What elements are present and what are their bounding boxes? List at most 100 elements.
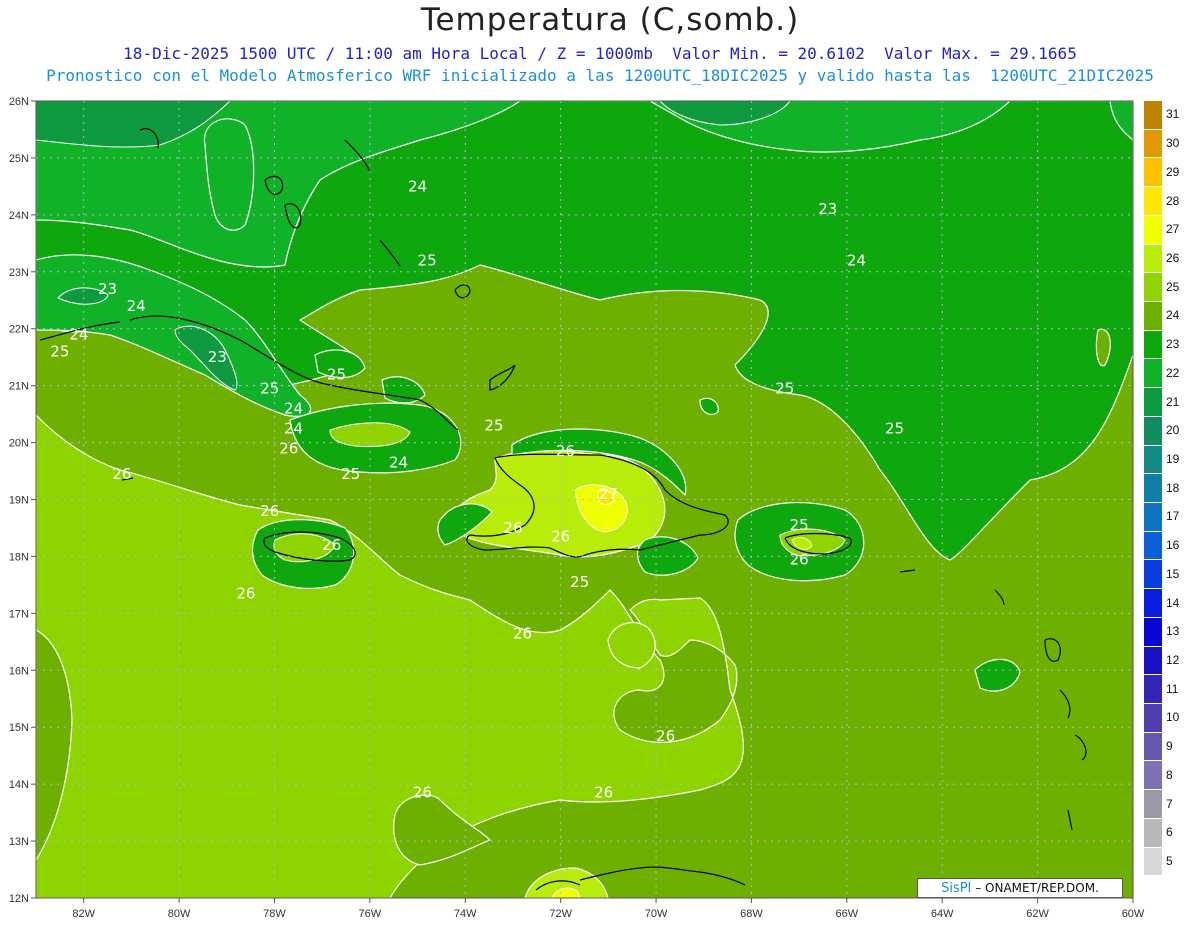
- lon-tick-label: 62W: [1026, 908, 1049, 920]
- contour-label: 23: [818, 200, 837, 218]
- colorbar-label: 28: [1166, 193, 1180, 208]
- colorbar-swatch: [1144, 473, 1162, 502]
- lat-tick-label: 19N: [9, 495, 29, 507]
- colorbar-label: 6: [1166, 825, 1173, 840]
- contour-label: 25: [775, 379, 794, 397]
- contour-label: 27: [599, 485, 618, 503]
- colorbar-label: 12: [1166, 652, 1180, 667]
- contour-label: 25: [260, 379, 279, 397]
- colorbar-label: 17: [1166, 509, 1180, 524]
- colorbar-swatch: [1144, 588, 1162, 617]
- colorbar-swatch: [1144, 559, 1162, 589]
- colorbar-swatch: [1144, 703, 1162, 732]
- colorbar-swatch: [1144, 329, 1162, 359]
- lat-tick-label: 24N: [9, 210, 29, 222]
- lat-tick-label: 21N: [9, 381, 29, 393]
- credit-box: SisPI – ONAMET/REP.DOM.: [917, 878, 1123, 898]
- colorbar-label: 25: [1166, 279, 1180, 294]
- temperature-map: 2423242523242425 232525 252424 25 2526 262425…: [9, 96, 1145, 920]
- lon-tick-label: 74W: [454, 908, 477, 920]
- lat-tick-label: 20N: [9, 438, 29, 450]
- colorbar-label: 29: [1166, 164, 1180, 179]
- contour-label: 26: [413, 784, 432, 802]
- contour-label: 26: [260, 502, 279, 520]
- contour-label: 26: [551, 528, 570, 546]
- colorbar-swatch: [1144, 616, 1162, 646]
- colorbar-swatch: [1144, 186, 1162, 215]
- contour-label: 25: [327, 365, 346, 383]
- lon-tick-label: 70W: [645, 908, 668, 920]
- colorbar-label: 18: [1166, 480, 1180, 495]
- lat-tick-label: 14N: [9, 779, 29, 791]
- lat-tick-label: 16N: [9, 665, 29, 677]
- lat-tick-label: 26N: [9, 96, 29, 108]
- colorbar-swatch: [1144, 444, 1162, 474]
- lon-tick-label: 80W: [168, 908, 191, 920]
- colorbar-label: 27: [1166, 222, 1180, 237]
- contour-label: 24: [389, 453, 408, 471]
- colorbar-label: 30: [1166, 136, 1180, 151]
- colorbar-swatch: [1144, 301, 1162, 330]
- lat-tick-label: 18N: [9, 551, 29, 563]
- contour-label: 26: [513, 624, 532, 642]
- contour-label: 23: [208, 348, 227, 366]
- colorbar-label: 23: [1166, 337, 1180, 352]
- lon-tick-label: 76W: [359, 908, 382, 920]
- lat-tick-label: 23N: [9, 267, 29, 279]
- contour-label: 24: [284, 419, 303, 437]
- colorbar-label: 5: [1166, 853, 1173, 868]
- colorbar-swatch: [1144, 674, 1162, 703]
- contour-label: 24: [284, 399, 303, 417]
- colorbar-swatch: [1144, 214, 1162, 244]
- contour-label: 25: [484, 416, 503, 434]
- lon-tick-label: 60W: [1122, 908, 1145, 920]
- contour-label: 26: [503, 519, 522, 537]
- colorbar-label: 19: [1166, 451, 1180, 466]
- lat-tick-label: 22N: [9, 324, 29, 336]
- lon-tick-label: 82W: [72, 908, 95, 920]
- colorbar-swatch: [1144, 358, 1162, 388]
- colorbar-swatch: [1144, 645, 1162, 675]
- contour-label: 26: [279, 439, 298, 457]
- colorbar-swatch: [1144, 100, 1162, 129]
- credit-brand: SisPI: [941, 881, 972, 896]
- contour-label: 24: [127, 297, 146, 315]
- colorbar-swatch: [1144, 502, 1162, 531]
- contour-label: 24: [847, 251, 866, 269]
- contour-label: 26: [112, 465, 131, 483]
- colorbar-swatch: [1144, 817, 1162, 847]
- lat-tick-label: 17N: [9, 608, 29, 620]
- colorbar-label: 20: [1166, 423, 1180, 438]
- credit-text: – ONAMET/REP.DOM.: [971, 881, 1099, 895]
- contour-label: 24: [408, 177, 427, 195]
- contour-label: 25: [418, 251, 437, 269]
- contour-label: 24: [69, 325, 88, 343]
- colorbar-swatch: [1144, 157, 1162, 187]
- lon-tick-label: 68W: [740, 908, 763, 920]
- colorbar-label: 11: [1166, 681, 1179, 696]
- colorbar-label: 26: [1166, 250, 1180, 265]
- colorbar: [1144, 100, 1162, 904]
- colorbar-swatch: [1144, 789, 1162, 818]
- lon-tick-label: 72W: [549, 908, 572, 920]
- lat-tick-label: 15N: [9, 722, 29, 734]
- contour-label: 25: [341, 465, 360, 483]
- contour-label: 25: [570, 573, 589, 591]
- lon-tick-label: 78W: [263, 908, 286, 920]
- contour-label: 26: [594, 784, 613, 802]
- lat-tick-label: 25N: [9, 153, 29, 165]
- lat-tick-label: 13N: [9, 836, 29, 848]
- colorbar-swatch: [1144, 846, 1162, 876]
- colorbar-swatch: [1144, 243, 1162, 273]
- contour-label: 25: [790, 516, 809, 534]
- contour-label: 25: [50, 342, 69, 360]
- colorbar-label: 10: [1166, 710, 1180, 725]
- contour-label: 26: [656, 727, 675, 745]
- colorbar-label: 31: [1166, 107, 1180, 122]
- colorbar-label: 13: [1166, 624, 1180, 639]
- lon-tick-label: 64W: [931, 908, 954, 920]
- contour-label: 26: [556, 442, 575, 460]
- colorbar-label: 8: [1166, 767, 1173, 782]
- colorbar-label: 9: [1166, 739, 1173, 754]
- contour-label: 23: [98, 280, 117, 298]
